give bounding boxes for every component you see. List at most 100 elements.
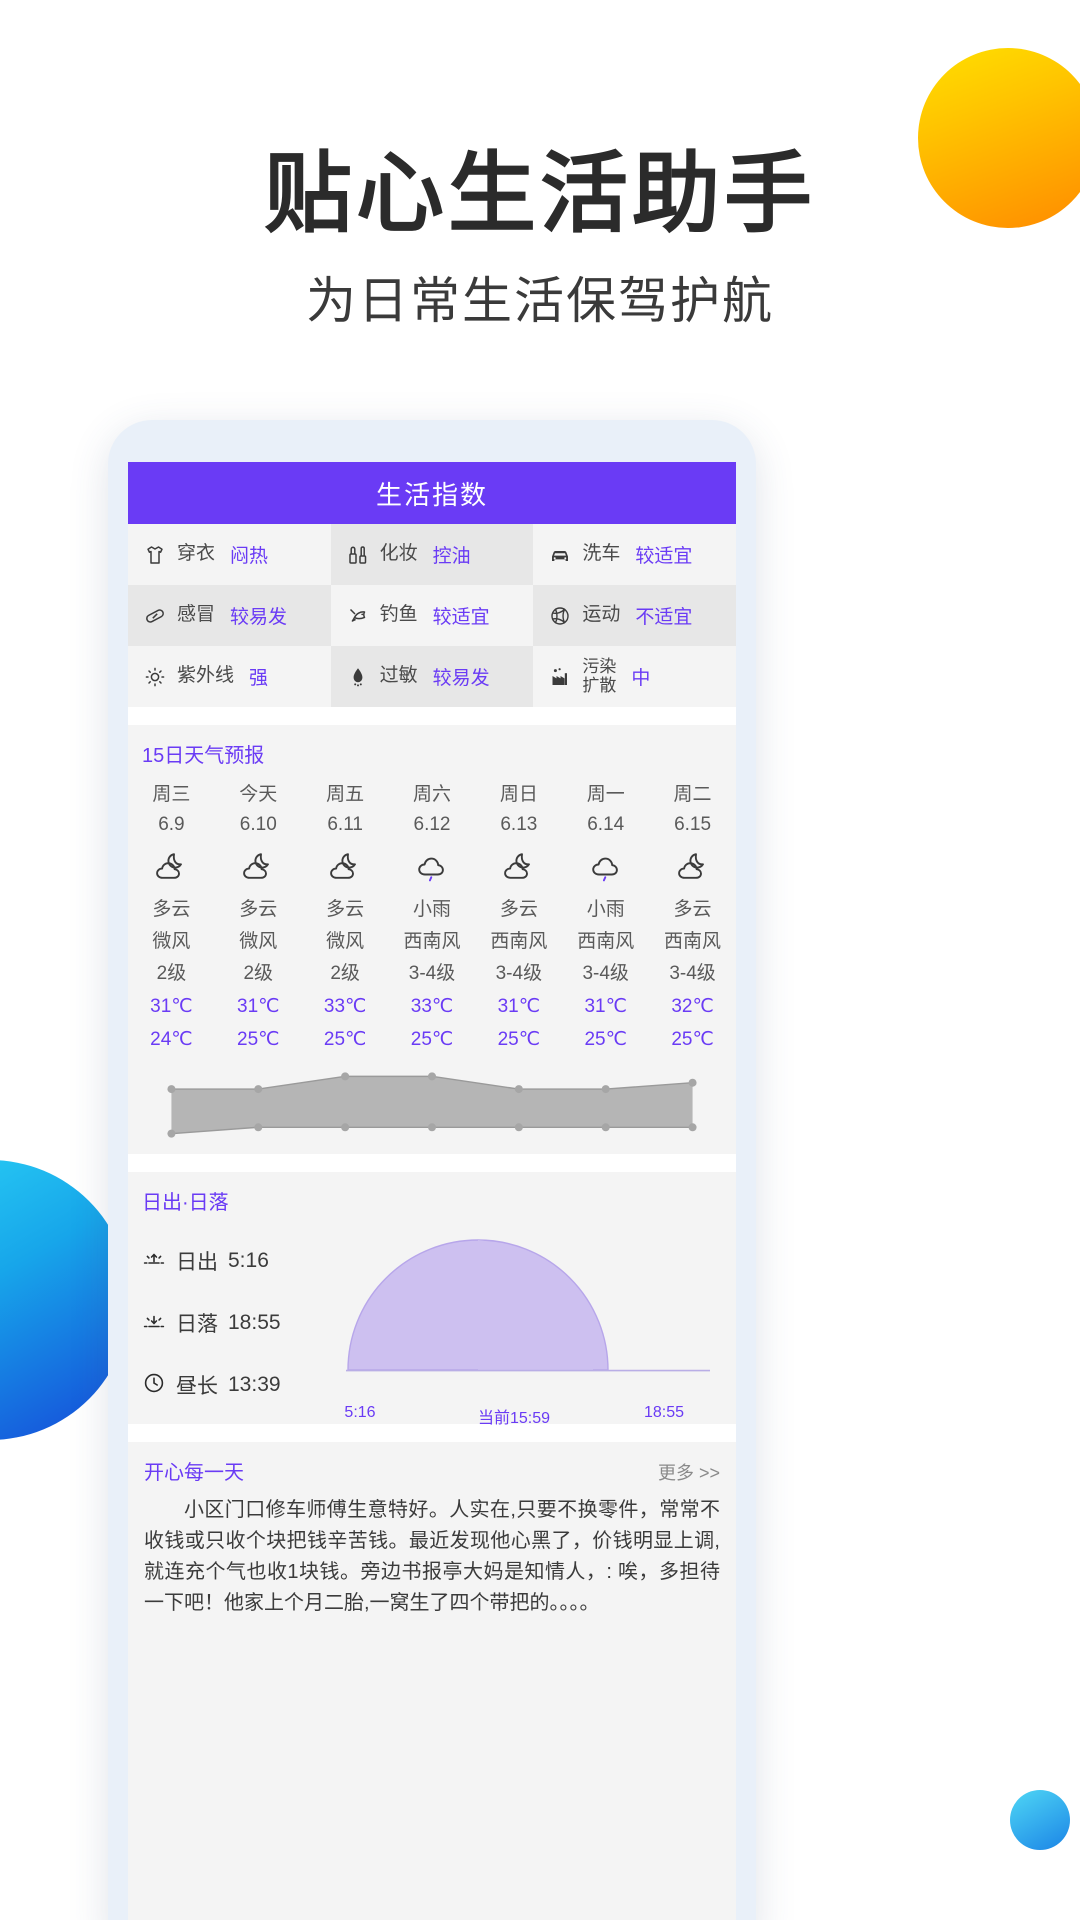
forecast-date: 6.14 bbox=[587, 814, 625, 835]
sunset-icon bbox=[142, 1309, 166, 1338]
daylength-label: 昼长 bbox=[176, 1375, 218, 1398]
life-index-label: 运动 bbox=[582, 604, 621, 626]
partly-cloudy-icon bbox=[215, 840, 302, 894]
forecast-condition: 多云 bbox=[673, 899, 712, 920]
forecast-title: 15日天气预报 bbox=[142, 745, 265, 767]
article-title: 开心每一天 bbox=[144, 1462, 244, 1484]
life-index-value: 较适宜 bbox=[635, 546, 693, 567]
forecast-condition: 多云 bbox=[239, 899, 278, 920]
life-index-label: 紫外线 bbox=[177, 665, 235, 687]
section-divider bbox=[128, 1154, 736, 1172]
article-body: 小区门口修车师傅生意特好。人实在,只要不换零件，常常不收钱或只收个块把钱辛苦钱。… bbox=[144, 1499, 720, 1614]
uv-sun-icon bbox=[142, 664, 168, 690]
forecast-low-temp: 25℃ bbox=[410, 1029, 454, 1050]
life-index-label: 过敏 bbox=[379, 665, 418, 687]
forecast-day[interactable]: 周五 6.11 多云 微风 2级 33℃ 25℃ bbox=[302, 780, 389, 1056]
forecast-weekday: 周六 bbox=[412, 784, 451, 805]
section-divider bbox=[128, 1424, 736, 1442]
sun-axis-labels: 5:16 当前15:59 18:55 bbox=[328, 1404, 728, 1427]
factory-icon bbox=[547, 664, 573, 690]
pill-icon bbox=[142, 603, 168, 629]
partly-cloudy-icon bbox=[302, 840, 389, 894]
forecast-high-temp: 31℃ bbox=[237, 996, 280, 1017]
forecast-weekday: 周二 bbox=[673, 784, 712, 805]
light-rain-icon bbox=[389, 840, 476, 894]
life-index-item-allergy[interactable]: 过敏 较易发 bbox=[330, 646, 534, 707]
forecast-low-temp: 25℃ bbox=[237, 1029, 280, 1050]
forecast-date: 6.13 bbox=[500, 814, 538, 835]
sun-axis-end: 18:55 bbox=[643, 1404, 685, 1421]
sun-axis-now: 当前15:59 bbox=[477, 1410, 551, 1427]
life-index-value: 不适宜 bbox=[635, 607, 693, 628]
forecast-wind-level: 3-4级 bbox=[669, 963, 716, 984]
forecast-day[interactable]: 周六 6.12 小雨 西南风 3-4级 33℃ 25℃ bbox=[389, 780, 476, 1056]
life-index-label: 感冒 bbox=[177, 604, 216, 626]
forecast-day[interactable]: 今天 6.10 多云 微风 2级 31℃ 25℃ bbox=[215, 780, 302, 1056]
temperature-area-chart bbox=[128, 1056, 736, 1154]
sunrise-icon bbox=[142, 1247, 166, 1276]
sun-axis-start: 5:16 bbox=[344, 1404, 376, 1421]
forecast-high-temp: 33℃ bbox=[410, 996, 454, 1017]
forecast-condition: 小雨 bbox=[412, 899, 451, 920]
life-index-item-fishing[interactable]: 钓鱼 较适宜 bbox=[330, 585, 534, 646]
forecast-day[interactable]: 周一 6.14 小雨 西南风 3-4级 31℃ 25℃ bbox=[562, 780, 649, 1056]
sunset-label: 日落 bbox=[176, 1313, 218, 1336]
life-index-value: 控油 bbox=[432, 546, 471, 567]
life-index-item-sport[interactable]: 运动 不适宜 bbox=[533, 585, 736, 646]
forecast-wind-level: 3-4级 bbox=[408, 963, 456, 984]
forecast-low-temp: 25℃ bbox=[671, 1029, 714, 1050]
sunset-time: 18:55 bbox=[228, 1311, 281, 1334]
forecast-wind-level: 3-4级 bbox=[582, 963, 629, 984]
forecast-high-temp: 32℃ bbox=[671, 996, 714, 1017]
article-section: 开心每一天 更多 >> 小区门口修车师傅生意特好。人实在,只要不换零件，常常不收… bbox=[128, 1442, 736, 1920]
promo-page: 贴心生活助手 为日常生活保驾护航 生活指数 穿衣 闷热 化妆 控油 洗车 较适宜… bbox=[0, 0, 1080, 1920]
forecast-wind: 西南风 bbox=[490, 931, 548, 952]
forecast-date: 6.15 bbox=[674, 814, 712, 835]
app-screen: 生活指数 穿衣 闷热 化妆 控油 洗车 较适宜 感冒 较易发 钓鱼 较适宜 运动… bbox=[128, 462, 736, 1920]
forecast-wind: 微风 bbox=[239, 931, 278, 952]
forecast-day[interactable]: 周二 6.15 多云 西南风 3-4级 32℃ 25℃ bbox=[649, 780, 736, 1056]
forecast-wind-level: 2级 bbox=[330, 963, 360, 984]
forecast-low-temp: 25℃ bbox=[323, 1029, 367, 1050]
forecast-weekday: 周日 bbox=[499, 784, 538, 805]
sunrise-label: 日出 bbox=[176, 1251, 218, 1274]
life-index-grid: 穿衣 闷热 化妆 控油 洗车 较适宜 感冒 较易发 钓鱼 较适宜 运动 不适宜 … bbox=[128, 524, 736, 707]
sun-info-rows: 日出 5:16 日落 18:55 昼长 13:39 bbox=[142, 1230, 281, 1416]
light-rain-icon bbox=[562, 840, 649, 894]
phone-mockup: 生活指数 穿衣 闷热 化妆 控油 洗车 较适宜 感冒 较易发 钓鱼 较适宜 运动… bbox=[108, 420, 756, 1920]
app-title-bar: 生活指数 bbox=[128, 462, 736, 524]
forecast-low-temp: 24℃ bbox=[150, 1029, 193, 1050]
life-index-item-carwash[interactable]: 洗车 较适宜 bbox=[533, 524, 736, 585]
life-index-item-pollution[interactable]: 污染 扩散 中 bbox=[533, 646, 736, 707]
life-index-label: 洗车 bbox=[582, 543, 621, 565]
partly-cloudy-icon bbox=[128, 840, 215, 894]
page-headline: 贴心生活助手 bbox=[263, 144, 816, 243]
article-more-link[interactable]: 更多 >> bbox=[658, 1459, 720, 1485]
forecast-condition: 多云 bbox=[499, 899, 538, 920]
forecast-day-list: 周三 6.9 多云 微风 2级 31℃ 24℃ 今天 6.10 多云 微风 2级… bbox=[128, 780, 736, 1056]
sunrise-sunset-section: 日出·日落 日出 5:16 日落 18:55 昼长 13:39 5:16 当前1… bbox=[128, 1172, 736, 1431]
forecast-high-temp: 31℃ bbox=[584, 996, 627, 1017]
forecast-day[interactable]: 周三 6.9 多云 微风 2级 31℃ 24℃ bbox=[128, 780, 215, 1056]
life-index-item-clothing[interactable]: 穿衣 闷热 bbox=[128, 524, 331, 585]
forecast-day[interactable]: 周日 6.13 多云 西南风 3-4级 31℃ 25℃ bbox=[475, 780, 562, 1056]
sunrise-time: 5:16 bbox=[228, 1249, 269, 1272]
forecast-weekday: 今天 bbox=[239, 784, 278, 805]
life-index-label: 化妆 bbox=[379, 543, 418, 565]
forecast-wind: 西南风 bbox=[403, 931, 461, 952]
life-index-item-makeup[interactable]: 化妆 控油 bbox=[330, 524, 534, 585]
forecast-date: 6.11 bbox=[327, 814, 363, 835]
decorative-small-blue-circle bbox=[1010, 1790, 1070, 1850]
forecast-weekday: 周五 bbox=[326, 784, 365, 805]
partly-cloudy-icon bbox=[649, 840, 736, 894]
life-index-item-uv[interactable]: 紫外线 强 bbox=[128, 646, 331, 707]
forecast-wind-level: 2级 bbox=[156, 963, 187, 984]
clock-icon bbox=[142, 1371, 166, 1400]
allergy-icon bbox=[345, 664, 371, 690]
forecast-low-temp: 25℃ bbox=[497, 1029, 541, 1050]
forecast-wind: 西南风 bbox=[577, 931, 635, 952]
page-subheadline: 为日常生活保驾护航 bbox=[306, 273, 774, 329]
basketball-icon bbox=[547, 603, 573, 629]
life-index-item-cold[interactable]: 感冒 较易发 bbox=[128, 585, 331, 646]
sunrise-row: 日出 5:16 bbox=[142, 1230, 281, 1292]
